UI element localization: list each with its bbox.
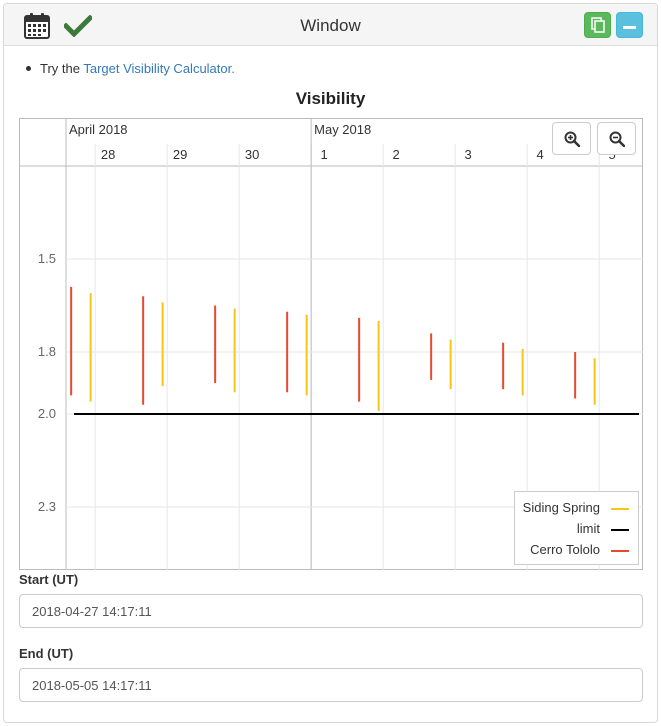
y-tick-label: 1.8 <box>38 344 56 359</box>
x-tick-label: 2 <box>393 147 400 162</box>
target-visibility-calculator-link[interactable]: Target Visibility Calculator. <box>83 61 235 76</box>
legend-label: Cerro Tololo <box>530 542 600 557</box>
window-title: Window <box>300 16 361 35</box>
minimize-button[interactable] <box>616 12 643 38</box>
legend-swatch <box>611 508 629 510</box>
month-label: May 2018 <box>314 122 371 137</box>
y-tick-label: 2.0 <box>38 406 56 421</box>
bullet-icon <box>26 66 31 71</box>
x-tick-label: 3 <box>465 147 472 162</box>
tip-prefix: Try the <box>40 61 84 76</box>
y-tick-label: 2.3 <box>38 499 56 514</box>
legend-item-limit[interactable]: limit <box>515 519 638 539</box>
minimize-icon <box>623 26 636 29</box>
chart-legend: Siding Spring limit Cerro Tololo <box>514 491 639 565</box>
zoom-out-icon <box>609 131 625 147</box>
start-label: Start (UT) <box>19 572 79 587</box>
legend-swatch <box>611 529 629 531</box>
window-header: Window <box>4 4 657 46</box>
x-tick-label: 29 <box>173 147 187 162</box>
zoom-in-icon <box>564 131 580 147</box>
legend-item-siding-spring[interactable]: Siding Spring <box>515 498 638 518</box>
copy-icon <box>591 17 605 33</box>
zoom-out-button[interactable] <box>597 122 636 155</box>
x-tick-label: 30 <box>245 147 259 162</box>
zoom-in-button[interactable] <box>552 122 591 155</box>
legend-swatch <box>611 550 629 552</box>
y-tick-label: 1.5 <box>38 251 56 266</box>
month-label: April 2018 <box>69 122 128 137</box>
end-time-input[interactable] <box>19 668 643 702</box>
tip-item: Try the Target Visibility Calculator. <box>26 61 235 76</box>
x-tick-label: 28 <box>101 147 115 162</box>
copy-button[interactable] <box>584 12 611 38</box>
x-tick-label: 1 <box>321 147 328 162</box>
chart-title: Visibility <box>295 89 366 108</box>
legend-item-cerro-tololo[interactable]: Cerro Tololo <box>515 540 638 560</box>
x-tick-label: 4 <box>537 147 544 162</box>
start-time-input[interactable] <box>19 594 643 628</box>
legend-label: Siding Spring <box>522 500 600 515</box>
legend-label: limit <box>576 521 600 536</box>
end-label: End (UT) <box>19 646 74 661</box>
